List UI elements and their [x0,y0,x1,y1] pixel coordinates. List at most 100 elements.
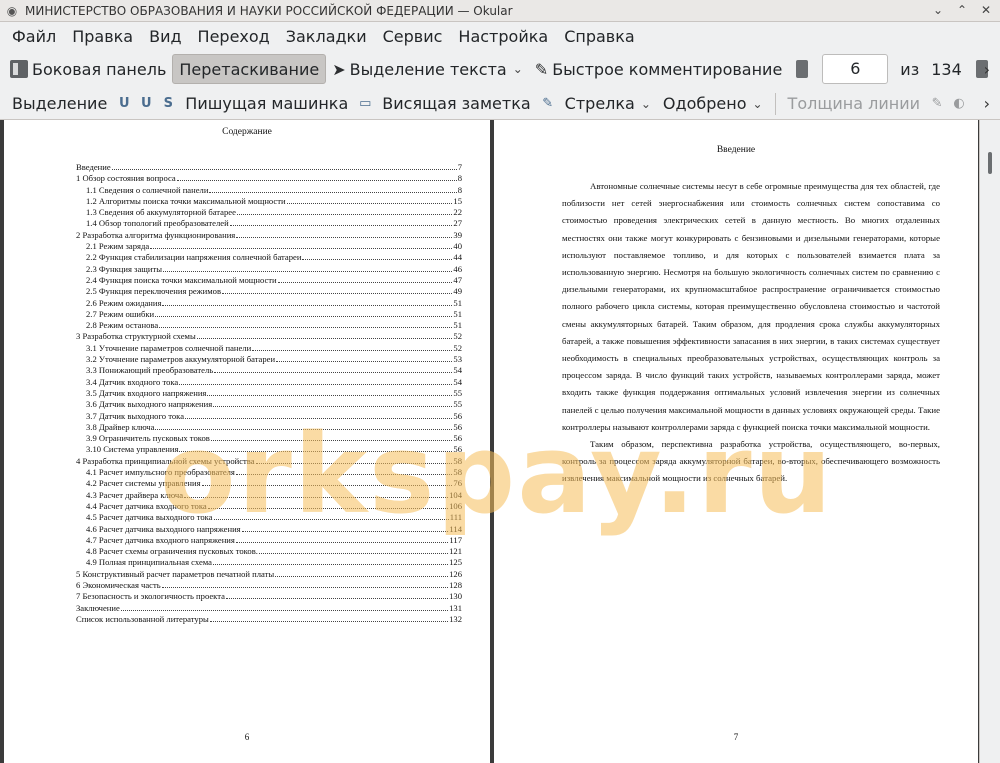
scrollbar-thumb[interactable] [988,152,992,174]
toc-entry-page: 55 [453,399,462,410]
approved-label: Одобрено [662,94,747,113]
toc-leader-dots [176,180,457,182]
arrow-pen-icon[interactable]: ✎ [540,96,556,112]
browse-tool-button[interactable]: Перетаскивание [172,54,327,84]
toc-entry-page: 54 [453,365,462,376]
toc-leader-dots [212,564,449,566]
document-view[interactable]: Содержание Введение 7 1 Обзор состояния во… [0,120,1000,763]
quick-comment-label: Быстрое комментирование [552,59,783,79]
toc-entry-label: 4.2 Расчет системы управления [86,478,201,489]
strikeout-icon[interactable]: S [160,96,176,112]
hanging-note-tool-button[interactable]: Висящая заметка [376,94,536,113]
arrow-label: Стрелка [564,94,635,113]
chevron-down-icon[interactable]: ⌄ [641,97,651,111]
page-of-label: из [900,59,920,79]
toc-entry: 3.1 Уточнение параметров солнечной панел… [76,343,462,354]
menu-go[interactable]: Переход [190,27,278,46]
toc-leader-dots [120,609,449,611]
menu-file[interactable]: Файл [4,27,64,46]
toc-entry: 4.5 Расчет датчика выходного тока 111 [76,512,462,523]
toc-entry-label: 2.7 Режим ошибки [86,308,155,319]
opacity-icon[interactable]: ◐ [951,96,967,112]
vertical-scrollbar[interactable] [979,120,1000,763]
toc-entry-page: 131 [449,602,462,613]
toc-entry-page: 56 [453,433,462,444]
toc-entry-label: 4 Разработка принципиальной схемы устрой… [76,455,255,466]
toc-entry: 1.3 Сведения об аккумуляторной батарее 22 [76,207,462,218]
toc-leader-dots [201,485,453,487]
menu-settings[interactable]: Настройка [450,27,556,46]
toc-entry: 4.9 Полная принципиальная схема 125 [76,557,462,568]
minimize-icon[interactable]: ⌄ [930,2,946,18]
squiggle-underline-icon[interactable]: U [138,96,154,112]
toc-entry: 3.7 Датчик выходного тока 56 [76,411,462,422]
toc-entry-label: 3.2 Уточнение параметров аккумуляторной … [86,354,276,365]
note-icon[interactable]: ▭ [357,96,373,112]
arrow-tool-button[interactable]: Стрелка ⌄ [559,94,657,113]
toc-leader-dots [258,553,449,555]
toc-entry-page: 106 [449,500,462,511]
maximize-icon[interactable]: ⌃ [954,2,970,18]
sidebar-button[interactable]: Боковая панель [4,54,172,84]
menu-tools[interactable]: Сервис [375,27,451,46]
intro-paragraph: Автономные солнечные системы несут в себ… [562,181,940,432]
toc-entry-label: 3.7 Датчик выходного тока [86,410,185,421]
typewriter-tool-button[interactable]: Пишущая машинка [179,94,354,113]
toc-leader-dots [255,462,453,464]
toc-entry: 2.7 Режим ошибки 51 [76,309,462,320]
toc-entry-page: 52 [453,342,462,353]
menu-bookmarks[interactable]: Закладки [278,27,375,46]
underline-icon[interactable]: U [116,96,132,112]
toc-leader-dots [275,575,449,577]
toc-leader-dots [209,191,457,193]
quick-comment-button[interactable]: ✎ Быстрое комментирование [529,54,789,84]
toc-entry-page: 7 [457,162,462,172]
menu-help[interactable]: Справка [556,27,643,46]
toc-entry: 3.3 Понижающий преобразователь 54 [76,365,462,376]
toc-leader-dots [162,304,453,306]
toc-leader-dots [286,202,453,204]
toc-entry: 4.1 Расчет импульсного преобразователя 58 [76,467,462,478]
highlight-tool-button[interactable]: Выделение [6,94,113,113]
toc-entry-page: 56 [453,444,462,455]
toc-entry-page: 8 [457,173,462,184]
toc-entry-label: 3.10 Система управления [86,444,179,455]
toc-entry-label: 6 Экономическая часть [76,579,161,590]
stamp-tool-button[interactable]: Одобрено ⌄ [657,94,769,113]
toc-entry-page: 117 [449,534,462,545]
toc-entry-label: Список использованной литературы [76,613,209,624]
toc-leader-dots [184,496,449,498]
chevron-down-icon[interactable]: ⌄ [752,97,762,111]
toc-entry-page: 8 [457,184,462,195]
toc-entry-label: 2.2 Функция стабилизации напряжения солн… [86,252,302,263]
okular-app-icon: ◉ [6,3,18,18]
toc-entry-label: 3.4 Датчик входного тока [86,376,179,387]
menu-view[interactable]: Вид [141,27,189,46]
menu-edit[interactable]: Правка [64,27,141,46]
chevron-down-icon[interactable]: ⌄ [513,62,523,76]
text-select-tool-button[interactable]: ➤ Выделение текста ⌄ [326,54,529,84]
toc-entry: 2.4 Функция поиска точки максимальной мо… [76,275,462,286]
toc-entry-label: 3.9 Ограничитель пусковых токов [86,433,210,444]
line-width-control[interactable]: Толщина линии [782,94,927,113]
browse-label: Перетаскивание [179,59,320,79]
main-toolbar: Боковая панель Перетаскивание ➤ Выделени… [0,50,1000,88]
toc-entry-label: 7 Безопасность и экологичность проекта [76,591,225,602]
toc-entry-page: 55 [453,387,462,398]
toc-leader-dots [225,598,449,600]
toc-entry-label: 3.8 Драйвер ключа [86,421,155,432]
toolbar-overflow-chevron-icon[interactable]: › [984,94,990,113]
toolbar-overflow-chevron-icon[interactable]: › [984,60,990,79]
toc-entry-label: 4.6 Расчет датчика выходного напряжения [86,523,241,534]
toc-leader-dots [229,225,453,227]
color-icon[interactable]: ✎ [929,96,945,112]
toc-entry-label: Заключение [76,602,120,613]
page-number-input[interactable]: 6 [822,54,889,84]
toc-entry: 3.6 Датчик выходного напряжения 55 [76,399,462,410]
toc-entry-label: 2.4 Функция поиска точки максимальной мо… [86,274,277,285]
toc-entry: 3.8 Драйвер ключа 56 [76,422,462,433]
toc-entry-page: 126 [449,568,462,579]
previous-page-icon[interactable] [796,60,809,78]
toc-entry-page: 104 [449,489,462,500]
close-icon[interactable]: ✕ [978,2,994,18]
